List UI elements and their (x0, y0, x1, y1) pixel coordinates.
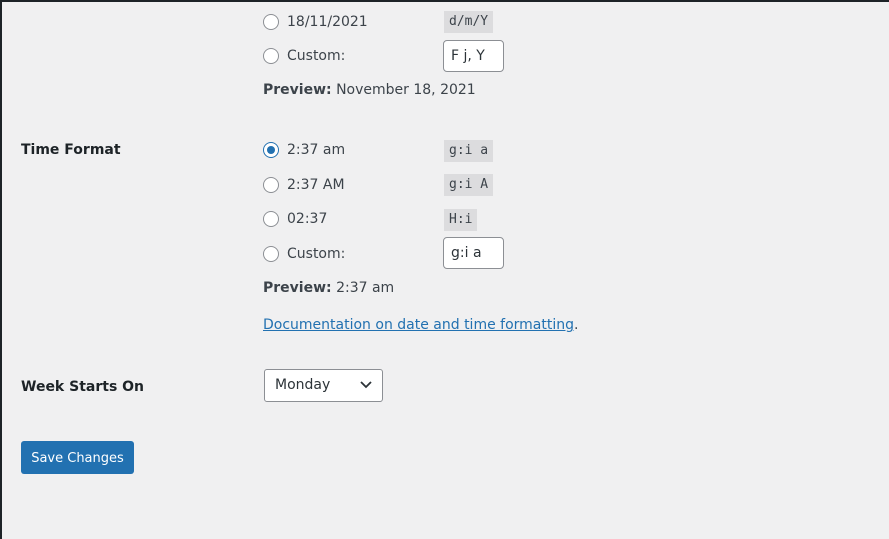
trailing-period: . (574, 317, 579, 333)
time-format-preview: Preview: 2:37 am (263, 280, 394, 296)
preview-label: Preview: (263, 82, 332, 98)
save-changes-button[interactable]: Save Changes (21, 441, 134, 474)
preview-value: November 18, 2021 (336, 82, 476, 98)
option-label: 2:37 am (287, 142, 346, 158)
option-label: 18/11/2021 (287, 14, 368, 30)
selected-value: Monday (275, 377, 331, 393)
option-label: 2:37 AM (287, 177, 345, 193)
time-format-label: Time Format (21, 142, 121, 158)
preview-label: Preview: (263, 280, 332, 296)
radio-button[interactable] (263, 177, 279, 193)
format-code: H:i (444, 209, 478, 231)
week-starts-on-label: Week Starts On (21, 379, 145, 395)
week-starts-on-select[interactable]: Monday (264, 369, 383, 402)
format-code: d/m/Y (444, 11, 494, 33)
format-code: g:i A (444, 174, 494, 196)
documentation-link[interactable]: Documentation on date and time formattin… (263, 317, 574, 333)
radio-button[interactable] (263, 48, 279, 64)
date-format-preview: Preview: November 18, 2021 (263, 82, 476, 98)
date-format-custom-input[interactable]: F j, Y (443, 40, 504, 72)
radio-button[interactable] (263, 211, 279, 227)
date-format-option-dmy[interactable]: 18/11/2021 (263, 12, 368, 32)
time-format-option-custom[interactable]: Custom: (263, 244, 345, 264)
chevron-down-icon (360, 381, 372, 389)
radio-button[interactable] (263, 14, 279, 30)
option-label: Custom: (287, 246, 346, 262)
option-label: 02:37 (287, 211, 328, 227)
preview-value: 2:37 am (336, 280, 395, 296)
time-format-option-lower[interactable]: 2:37 am (263, 140, 345, 160)
time-format-option-upper[interactable]: 2:37 AM (263, 175, 345, 195)
date-format-option-custom[interactable]: Custom: (263, 46, 345, 66)
format-code: g:i a (444, 140, 494, 162)
documentation-line: Documentation on date and time formattin… (263, 317, 578, 333)
time-format-option-24h[interactable]: 02:37 (263, 209, 327, 229)
time-format-custom-input[interactable]: g:i a (443, 237, 504, 269)
radio-button[interactable] (263, 246, 279, 262)
radio-button-checked[interactable] (263, 142, 279, 158)
option-label: Custom: (287, 48, 346, 64)
